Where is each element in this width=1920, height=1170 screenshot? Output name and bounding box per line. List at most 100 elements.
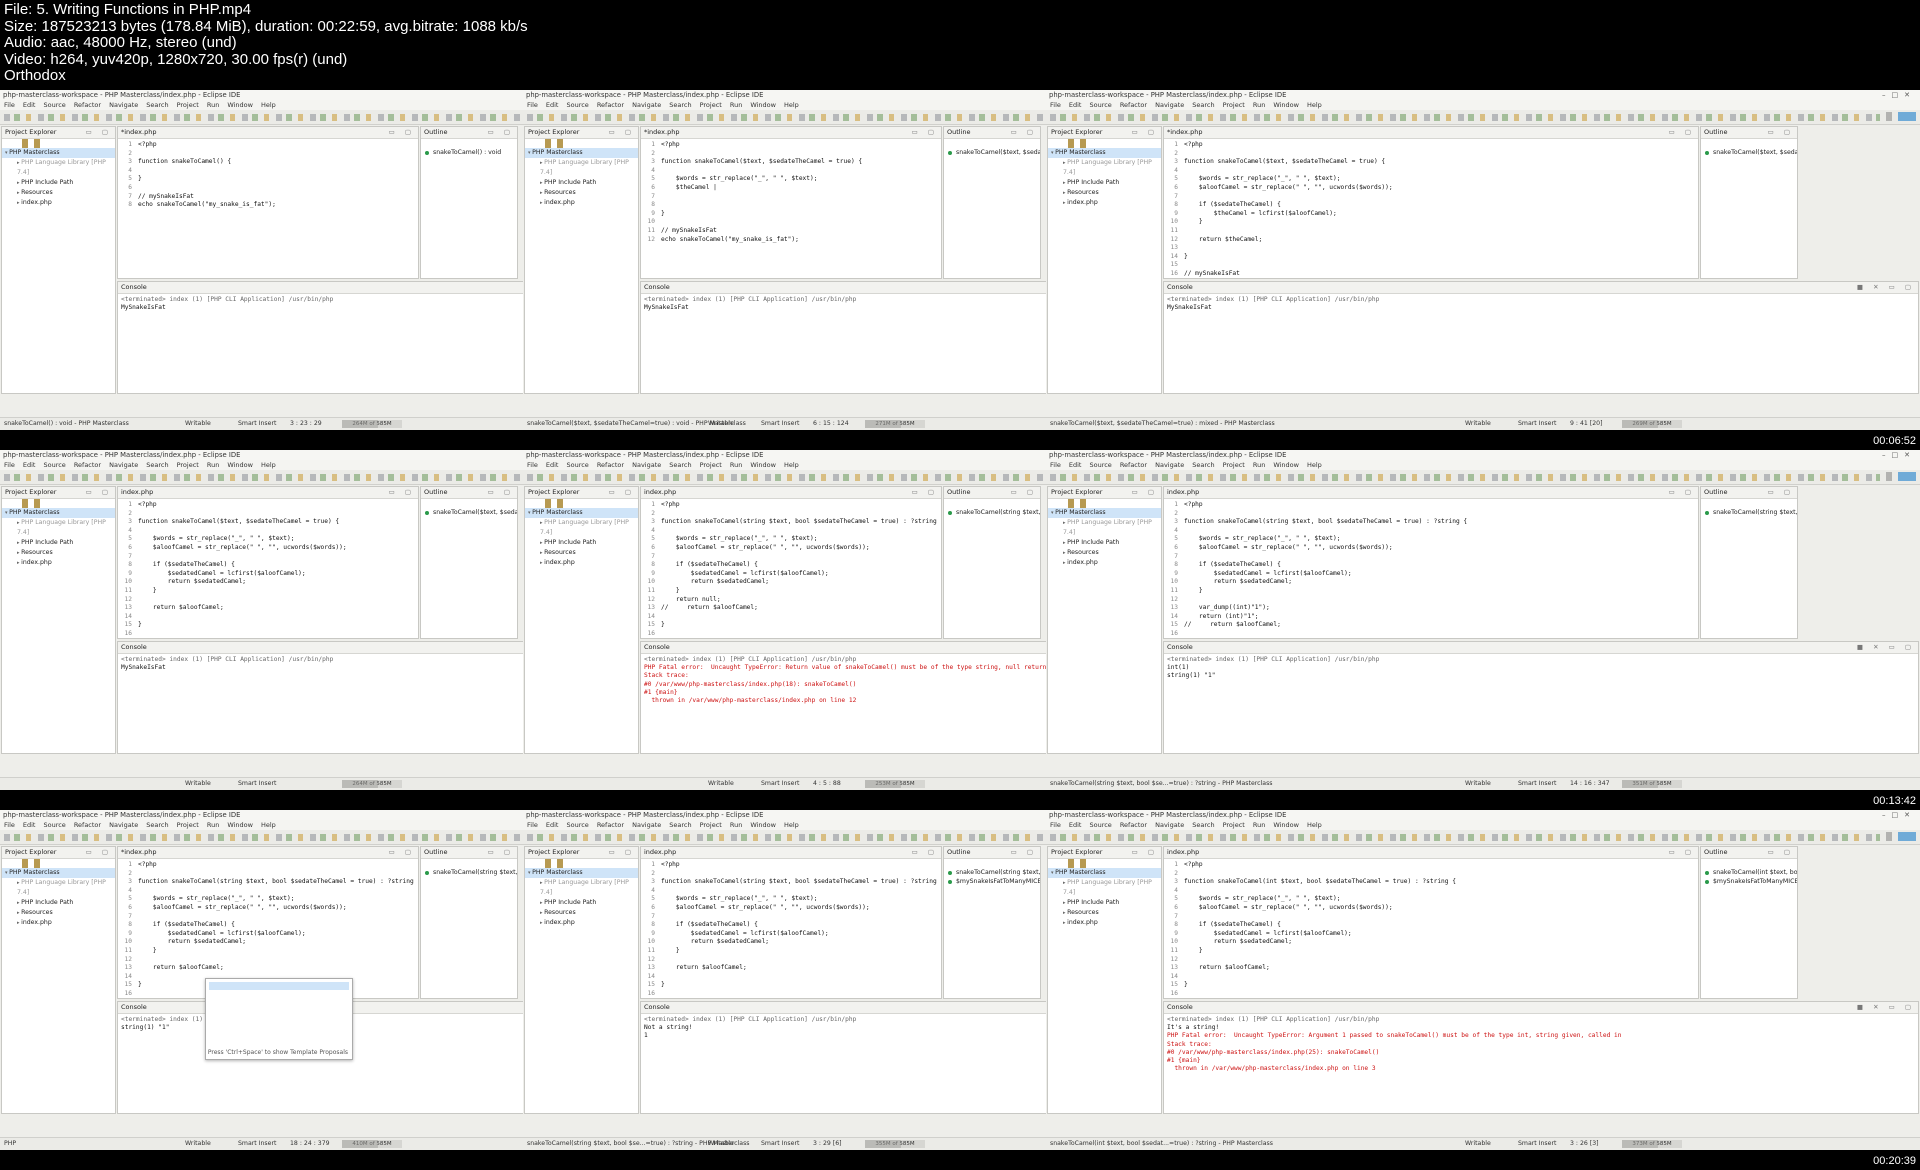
tree-root-project[interactable]: PHP Masterclass	[1048, 148, 1161, 159]
tree-item[interactable]: PHP Language Library [PHP 7.4]	[1051, 878, 1161, 897]
outline-toolbar[interactable]	[944, 499, 1040, 508]
tree-item[interactable]: Resources	[528, 548, 638, 558]
tree-item[interactable]: PHP Language Library [PHP 7.4]	[5, 518, 115, 537]
tree-item[interactable]: PHP Include Path	[5, 538, 115, 548]
outline-entry[interactable]: snakeToCamel(int $text, bool $s...	[1701, 868, 1797, 877]
tree-root-project[interactable]: PHP Masterclass	[525, 148, 638, 159]
project-explorer-tab[interactable]: Project Explorer ▭ ▢	[2, 127, 115, 139]
project-explorer-toolbar[interactable]	[1048, 859, 1161, 868]
pane-controls[interactable]: ▭ ▢	[488, 847, 514, 858]
tree-item[interactable]: Resources	[1051, 908, 1161, 918]
menu-item[interactable]: Navigate	[109, 101, 138, 109]
outline-entry[interactable]: snakeToCamel(string $text, bool...	[944, 508, 1040, 517]
outline-tab[interactable]: Outline ▭ ▢	[1701, 847, 1797, 859]
editor-tab[interactable]: *index.php ▭ ▢	[118, 127, 418, 139]
tree-root-project[interactable]: PHP Masterclass	[1048, 868, 1161, 879]
menu-item[interactable]: File	[527, 461, 538, 469]
menu-item[interactable]: Edit	[1069, 821, 1082, 829]
toolbar-buttons[interactable]	[527, 834, 1123, 841]
menu-item[interactable]: Run	[207, 101, 219, 109]
menu-item[interactable]: Help	[784, 101, 799, 109]
menu-item[interactable]: Run	[207, 821, 219, 829]
project-explorer-tab[interactable]: Project Explorer ▭ ▢	[1048, 847, 1161, 859]
project-explorer-tab[interactable]: Project Explorer ▭ ▢	[525, 487, 638, 499]
code-editor[interactable]: 1 <?php 2 3 function snakeToCamel($text, $se…	[118, 499, 418, 638]
heap-status[interactable]: 271M of 585M	[865, 420, 925, 428]
tree-item[interactable]: index.php	[1051, 918, 1161, 928]
menu-item[interactable]: Refactor	[74, 821, 101, 829]
editor-tab[interactable]: index.php ▭ ▢	[118, 487, 418, 499]
tree-item[interactable]: PHP Include Path	[528, 538, 638, 548]
code-editor[interactable]: 1 <?php 2 3 function snakeToCamel($text, $se…	[641, 139, 941, 244]
tree-item[interactable]: index.php	[1051, 558, 1161, 568]
heap-status[interactable]: 264M of 585M	[342, 420, 402, 428]
tree-root-project[interactable]: PHP Masterclass	[2, 148, 115, 159]
menu-item[interactable]: Search	[669, 461, 691, 469]
console-tab[interactable]: Console■ ✕ ▭ ▢	[1164, 642, 1918, 654]
perspective-switcher[interactable]	[1886, 832, 1916, 841]
tree-item[interactable]: index.php	[5, 558, 115, 568]
pane-controls[interactable]: ▭ ▢	[389, 847, 415, 858]
menu-item[interactable]: Source	[43, 821, 65, 829]
project-explorer-toolbar[interactable]	[525, 499, 638, 508]
menu-item[interactable]: Source	[43, 461, 65, 469]
outline-toolbar[interactable]	[1701, 499, 1797, 508]
toolbar-buttons[interactable]	[4, 114, 600, 121]
outline-entry[interactable]: snakeToCamel(string $text, bool...	[421, 868, 517, 877]
outline-entry[interactable]: snakeToCamel(string $text, bool...	[1701, 508, 1797, 517]
menu-item[interactable]: Edit	[546, 821, 559, 829]
pane-controls[interactable]: ■ ✕ ▭ ▢	[1857, 642, 1915, 653]
tree-item[interactable]: PHP Include Path	[528, 178, 638, 188]
tree-root-project[interactable]: PHP Masterclass	[525, 508, 638, 519]
tree-item[interactable]: Resources	[1051, 188, 1161, 198]
menu-item[interactable]: Project	[700, 101, 722, 109]
menu-item[interactable]: Window	[1273, 461, 1299, 469]
menu-item[interactable]: Window	[227, 821, 253, 829]
menu-item[interactable]: Window	[750, 461, 776, 469]
menu-item[interactable]: Refactor	[597, 821, 624, 829]
toolbar-buttons[interactable]	[4, 834, 600, 841]
pane-controls[interactable]: ▭ ▢	[1011, 487, 1037, 498]
console-tab[interactable]: Console■ ✕ ▭ ▢	[1164, 282, 1918, 294]
project-explorer-tab[interactable]: Project Explorer ▭ ▢	[1048, 127, 1161, 139]
menu-item[interactable]: Window	[750, 101, 776, 109]
code-editor[interactable]: 1 <?php 2 3 function snakeToCamel($text, $se…	[1164, 139, 1698, 278]
menu-item[interactable]: Run	[730, 461, 742, 469]
tree-item[interactable]: PHP Language Library [PHP 7.4]	[5, 158, 115, 177]
content-assist-popup[interactable]: Press 'Ctrl+Space' to show Template Prop…	[205, 978, 353, 1060]
outline-tab[interactable]: Outline ▭ ▢	[1701, 487, 1797, 499]
tree-item[interactable]: index.php	[528, 198, 638, 208]
menu-item[interactable]: Window	[227, 461, 253, 469]
outline-entry[interactable]: $mySnakeIsFatToManyMICEEEE	[1701, 877, 1797, 886]
menu-item[interactable]: Help	[1307, 821, 1322, 829]
tree-root-project[interactable]: PHP Masterclass	[525, 868, 638, 879]
menu-item[interactable]: File	[1050, 461, 1061, 469]
tree-item[interactable]: PHP Language Library [PHP 7.4]	[528, 158, 638, 177]
menu-item[interactable]: Project	[1223, 101, 1245, 109]
tree-item[interactable]: PHP Language Library [PHP 7.4]	[5, 878, 115, 897]
project-explorer-tab[interactable]: Project Explorer ▭ ▢	[2, 487, 115, 499]
tree-item[interactable]: Resources	[5, 188, 115, 198]
pane-controls[interactable]: ▭ ▢	[86, 847, 112, 858]
menu-item[interactable]: File	[4, 461, 15, 469]
outline-toolbar[interactable]	[944, 859, 1040, 868]
pane-controls[interactable]: ■ ✕ ▭ ▢	[1857, 1002, 1915, 1013]
outline-toolbar[interactable]	[944, 139, 1040, 148]
tree-item[interactable]: PHP Language Library [PHP 7.4]	[1051, 518, 1161, 537]
tree-item[interactable]: Resources	[528, 188, 638, 198]
outline-entry[interactable]: snakeToCamel($text, $sedateThe...	[944, 148, 1040, 157]
editor-tab[interactable]: *index.php ▭ ▢	[641, 127, 941, 139]
menu-item[interactable]: Refactor	[1120, 101, 1147, 109]
menu-item[interactable]: Navigate	[109, 461, 138, 469]
outline-toolbar[interactable]	[1701, 859, 1797, 868]
menu-item[interactable]: Edit	[1069, 101, 1082, 109]
editor-tab[interactable]: *index.php ▭ ▢	[1164, 127, 1698, 139]
editor-tab[interactable]: index.php ▭ ▢	[1164, 487, 1698, 499]
menu-item[interactable]: Edit	[23, 461, 36, 469]
perspective-switcher[interactable]	[1886, 472, 1916, 481]
outline-tab[interactable]: Outline ▭ ▢	[421, 847, 517, 859]
tree-item[interactable]: index.php	[1051, 198, 1161, 208]
menu-item[interactable]: Refactor	[74, 101, 101, 109]
pane-controls[interactable]: ▭ ▢	[389, 487, 415, 498]
pane-controls[interactable]: ▭ ▢	[86, 487, 112, 498]
